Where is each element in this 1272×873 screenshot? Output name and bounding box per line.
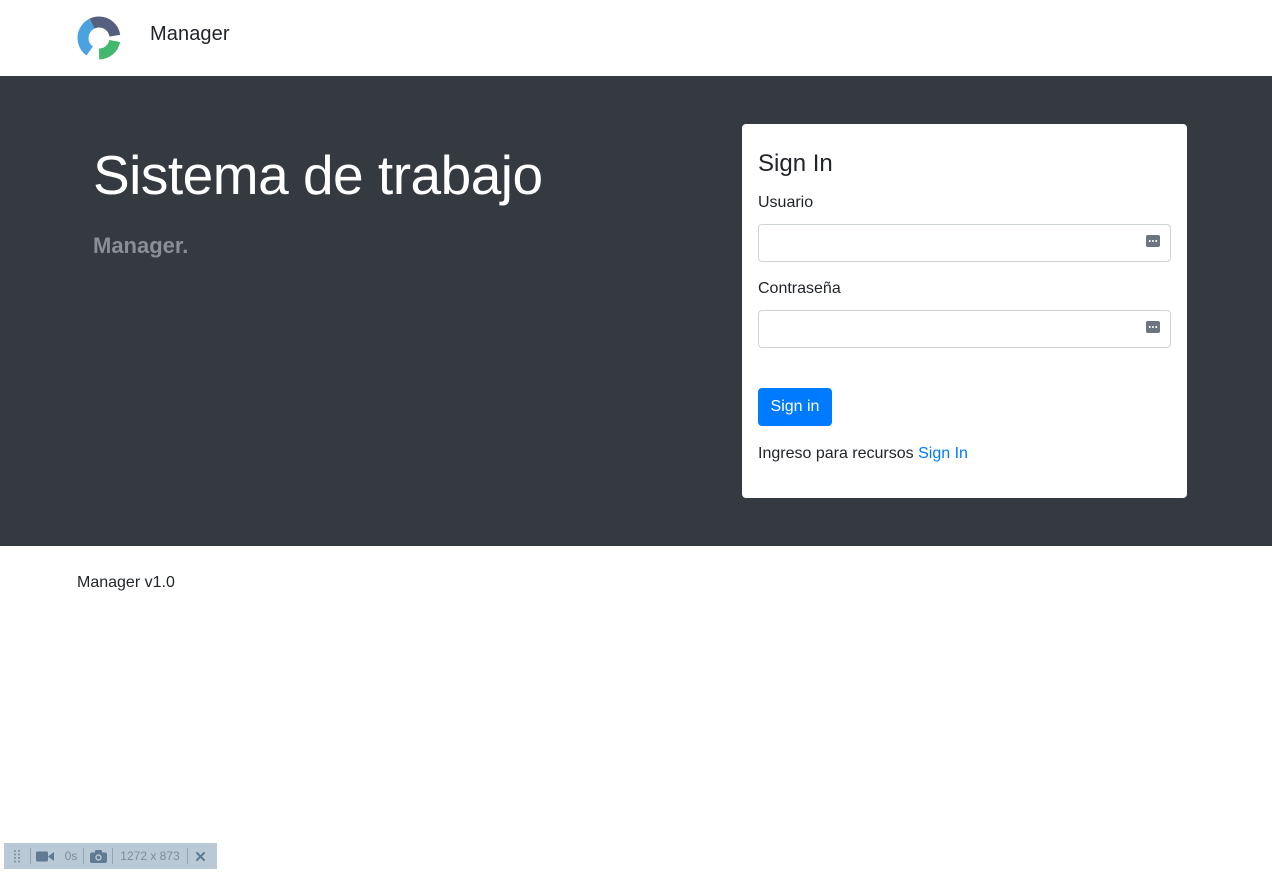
camera-icon[interactable] [84,843,112,869]
hero-subtitle: Manager. [93,233,189,258]
sign-in-link[interactable]: Sign In [918,445,968,462]
toolbar-divider [187,848,188,864]
sign-in-button[interactable]: Sign in [758,388,832,426]
hero-section: Sistema de trabajo Manager. Sign In Usua… [0,76,1272,546]
hero-title: Sistema de trabajo [93,144,543,206]
autofill-key-icon[interactable] [1146,321,1160,333]
brand-name[interactable]: Manager [150,23,230,46]
toolbar-divider [112,848,113,864]
password-input[interactable] [758,310,1171,348]
footnote-text: Ingreso para recursos [758,445,914,462]
username-input[interactable] [758,224,1171,262]
username-label: Usuario [758,194,814,211]
password-label: Contraseña [758,280,841,297]
video-camera-icon[interactable] [31,843,59,869]
sign-in-card: Sign In Usuario Contraseña Sign in Ingre… [742,124,1187,498]
drag-handle-icon[interactable] [4,843,30,869]
navbar: Manager [0,0,1272,76]
close-icon[interactable] [188,843,212,869]
recorder-toolbar: 0s 1272 x 873 [4,843,217,869]
screen-dimensions: 1272 x 873 [120,849,180,863]
autofill-key-icon[interactable] [1146,235,1160,247]
sign-in-title: Sign In [758,150,833,177]
toolbar-divider [83,848,84,864]
footer-version: Manager v1.0 [77,574,175,591]
circular-logo-icon[interactable] [77,16,121,60]
toolbar-divider [30,848,31,864]
recording-duration: 0s [64,849,78,863]
sign-in-footnote: Ingreso para recursos Sign In [758,445,968,463]
